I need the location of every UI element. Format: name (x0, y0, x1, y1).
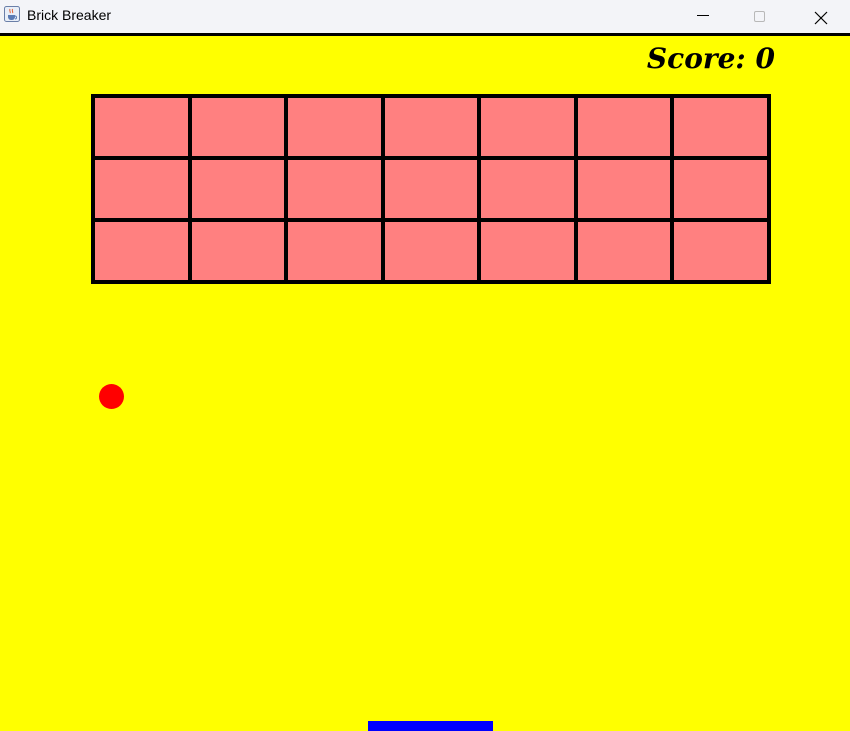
maximize-button[interactable] (737, 0, 783, 33)
ball (99, 384, 124, 409)
close-button[interactable] (797, 0, 843, 33)
brick (670, 218, 771, 284)
brick (284, 156, 385, 222)
paddle[interactable] (368, 721, 493, 731)
game-canvas[interactable]: Score: 0 (0, 36, 850, 731)
window-title: Brick Breaker (27, 7, 112, 23)
brick (91, 94, 192, 160)
brick (574, 218, 674, 284)
brick (91, 218, 192, 284)
brick (670, 156, 771, 222)
brick (381, 156, 481, 222)
score-label: Score: 0 (646, 42, 775, 75)
brick (574, 156, 674, 222)
minimize-icon (697, 15, 709, 16)
brick-grid (91, 94, 771, 286)
app-window: Brick Breaker Score: 0 (0, 0, 850, 731)
brick (477, 94, 578, 160)
brick (381, 94, 481, 160)
brick (188, 156, 288, 222)
brick (284, 218, 385, 284)
title-bar[interactable]: Brick Breaker (0, 0, 850, 36)
brick (381, 218, 481, 284)
brick (91, 156, 192, 222)
brick (477, 156, 578, 222)
brick (670, 94, 771, 160)
brick (574, 94, 674, 160)
brick (188, 218, 288, 284)
brick (188, 94, 288, 160)
minimize-button[interactable] (680, 0, 726, 33)
brick (284, 94, 385, 160)
brick (477, 218, 578, 284)
maximize-icon (754, 11, 765, 22)
close-icon (814, 11, 828, 25)
java-cup-icon (4, 6, 20, 22)
